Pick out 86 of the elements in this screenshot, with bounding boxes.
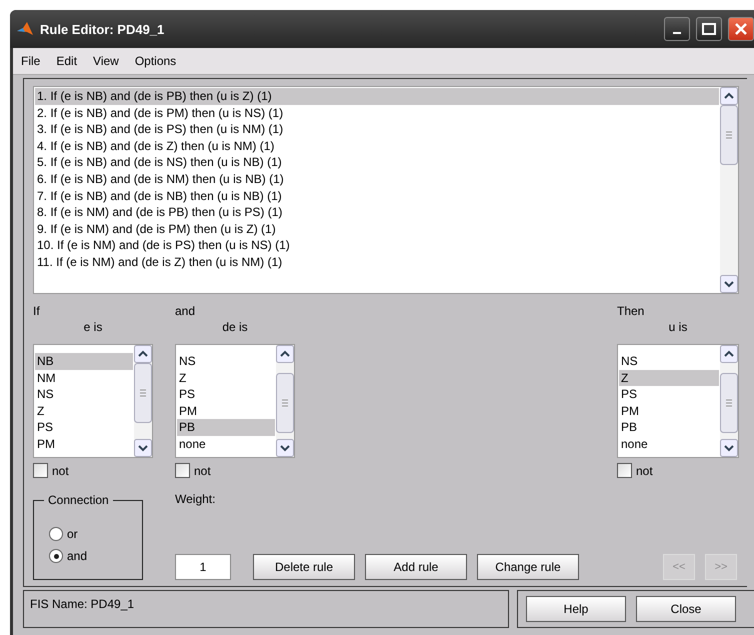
term-item[interactable]: NB [35, 353, 133, 370]
not-checkbox[interactable] [617, 463, 632, 478]
radio-button[interactable] [49, 527, 63, 541]
radio-button[interactable] [49, 549, 63, 563]
scrollbar[interactable] [276, 345, 294, 457]
scroll-thumb[interactable] [720, 372, 738, 433]
term-item[interactable]: NS [619, 353, 719, 370]
menu-item[interactable]: View [85, 54, 127, 68]
checkbox-label: not [52, 464, 69, 478]
scrollbar[interactable] [134, 345, 152, 457]
scroll-thumb[interactable] [276, 372, 294, 433]
status-text: FIS Name: PD49_1 [23, 590, 509, 628]
rule-item[interactable]: 7. If (e is NB) and (de is NB) then (u is NB) (1) [35, 188, 719, 204]
section-label: Then [617, 304, 646, 320]
scroll-thumb[interactable] [720, 105, 738, 165]
scroll-thumb[interactable] [134, 363, 152, 423]
scroll-down-icon[interactable] [720, 439, 738, 457]
variable-label: de is [222, 320, 248, 334]
minimize-button[interactable] [664, 17, 690, 41]
variable-label: u is [668, 320, 688, 334]
maximize-button[interactable] [696, 17, 722, 41]
menu-item[interactable]: File [13, 54, 48, 68]
term-item[interactable]: none [619, 436, 719, 453]
not-checkbox[interactable] [33, 463, 48, 478]
scroll-up-icon[interactable] [276, 345, 294, 363]
checkbox-label: not [636, 464, 653, 478]
rule-item[interactable]: 6. If (e is NB) and (de is NM) then (u is NB) (1) [35, 170, 719, 188]
rule-list[interactable] [33, 86, 739, 294]
term-item[interactable]: NM [35, 370, 133, 386]
not-checkbox[interactable] [175, 463, 190, 478]
rule-button[interactable]: Change rule [477, 554, 579, 580]
close-icon [735, 23, 747, 35]
close-button[interactable] [728, 17, 754, 41]
scrollbar[interactable] [720, 87, 738, 293]
rule-item[interactable]: 4. If (e is NB) and (de is Z) then (u is NM) (1) [35, 138, 719, 154]
section-label: and [175, 304, 196, 320]
rule-item[interactable]: 1. If (e is NB) and (de is PB) then (u is Z) (1) [35, 88, 719, 105]
menu-item[interactable]: Options [126, 54, 184, 68]
term-list[interactable]: NS Z PS PM PB none [175, 344, 295, 458]
term-item[interactable]: Z [619, 370, 719, 386]
rule-button[interactable]: Delete rule [253, 554, 355, 580]
logo-icon [16, 21, 34, 37]
term-item[interactable]: PB [619, 419, 719, 436]
radio-label: or [67, 527, 78, 541]
rule-item[interactable]: 11. If (e is NM) and (de is Z) then (u is NM) (1) [35, 254, 719, 271]
rule-item[interactable]: 3. If (e is NB) and (de is PS) then (u is NM) (1) [35, 121, 719, 138]
term-item[interactable]: NS [177, 353, 275, 370]
radio-label: and [67, 549, 88, 563]
scroll-up-icon[interactable] [720, 87, 738, 105]
rule-item[interactable]: 5. If (e is NB) and (de is NS) then (u is NB) (1) [35, 154, 719, 171]
term-item[interactable]: none [177, 436, 275, 453]
scrollbar[interactable] [720, 345, 738, 457]
menu-item[interactable]: Edit [48, 54, 86, 68]
weight-label: Weight: [175, 492, 216, 506]
maximize-icon [702, 23, 716, 35]
checkbox-label: not [194, 464, 211, 478]
term-item[interactable]: PS [35, 419, 133, 436]
scroll-down-icon[interactable] [134, 439, 152, 457]
term-item[interactable]: NS [35, 386, 133, 403]
term-item[interactable]: PM [177, 402, 275, 420]
term-item[interactable]: PM [619, 402, 719, 420]
scroll-down-icon[interactable] [720, 275, 738, 293]
weight-field[interactable]: 1 [175, 554, 231, 580]
term-list[interactable]: NB NM NS Z PS PM [33, 344, 153, 458]
term-item[interactable]: Z [177, 370, 275, 386]
variable-label: e is [84, 320, 102, 334]
minimize-icon [673, 32, 681, 34]
footer-button[interactable]: Close [636, 596, 736, 622]
rule-item[interactable]: 10. If (e is NM) and (de is PS) then (u is NS) (1) [35, 237, 719, 254]
rule-item[interactable]: 9. If (e is NM) and (de is PM) then (u is Z) (1) [35, 220, 719, 238]
term-item[interactable]: PS [619, 386, 719, 403]
footer-button[interactable]: Help [526, 596, 626, 622]
window-title: Rule Editor: PD49_1 [40, 22, 166, 36]
rule-item[interactable]: 2. If (e is NB) and (de is PM) then (u is NS) (1) [35, 104, 719, 122]
term-item[interactable]: Z [35, 402, 133, 420]
term-item[interactable]: PS [177, 386, 275, 403]
rule-item[interactable]: 8. If (e is NM) and (de is PB) then (u is PS) (1) [35, 204, 719, 221]
scroll-up-icon[interactable] [720, 345, 738, 363]
section-label: If [33, 304, 41, 320]
rule-button[interactable]: Add rule [365, 554, 467, 580]
term-list[interactable]: NS Z PS PM PB none [617, 344, 739, 458]
group-title: Connection [44, 493, 113, 507]
scroll-up-icon[interactable] [134, 345, 152, 363]
term-item[interactable]: PB [177, 419, 275, 436]
scroll-down-icon[interactable] [276, 439, 294, 457]
term-item[interactable]: PM [35, 436, 133, 453]
